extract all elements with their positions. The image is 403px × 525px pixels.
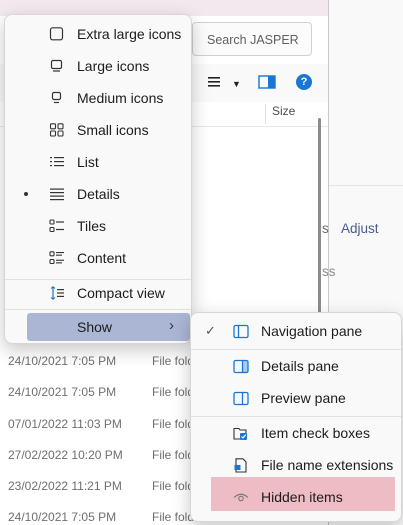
adjust-link[interactable]: Adjust xyxy=(341,221,379,236)
menu-item-label: Show xyxy=(77,319,113,335)
preview-pane-icon[interactable] xyxy=(258,75,276,89)
submenu-item-item-check-boxes[interactable]: Item check boxes xyxy=(191,418,401,448)
small-icons-icon xyxy=(49,123,64,137)
navigation-pane-icon xyxy=(233,324,249,339)
menu-item-label: Extra large icons xyxy=(77,26,182,42)
date-cell: 27/02/2022 10:20 PM xyxy=(8,448,123,462)
list-icon xyxy=(50,157,64,167)
menu-item-large-icons[interactable]: Large icons xyxy=(5,51,191,81)
divider xyxy=(329,185,403,186)
column-size-header[interactable]: Size xyxy=(272,104,295,118)
menu-item-medium-icons[interactable]: Medium icons xyxy=(5,83,191,113)
checkbox-icon xyxy=(233,427,247,440)
menu-item-list[interactable]: List xyxy=(5,147,191,177)
tiles-icon xyxy=(49,219,64,233)
submenu-item-hidden-items[interactable]: Hidden items xyxy=(191,482,401,512)
chevron-right-icon: › xyxy=(169,317,174,334)
menu-separator xyxy=(5,309,191,310)
menu-item-label: Content xyxy=(77,250,127,266)
menu-separator xyxy=(191,349,401,350)
selected-bullet-icon xyxy=(24,192,28,196)
date-cell: 24/10/2021 7:05 PM xyxy=(8,385,117,399)
eye-icon xyxy=(233,493,249,502)
submenu-item-preview-pane[interactable]: Preview pane xyxy=(191,383,401,413)
submenu-item-details-pane[interactable]: Details pane xyxy=(191,351,401,381)
column-divider[interactable] xyxy=(265,104,266,124)
medium-icons-icon xyxy=(51,91,62,104)
menu-item-extra-large-icons[interactable]: Extra large icons xyxy=(5,19,191,49)
submenu-item-label: Details pane xyxy=(261,358,339,374)
submenu-item-label: File name extensions xyxy=(261,457,394,473)
menu-item-tiles[interactable]: Tiles xyxy=(5,211,191,241)
menu-item-details[interactable]: Details xyxy=(5,179,191,209)
menu-item-label: List xyxy=(77,154,99,170)
menu-item-label: Compact view xyxy=(77,285,165,301)
checkmark-icon: ✓ xyxy=(205,323,216,338)
details-icon xyxy=(50,188,64,201)
menu-item-label: Medium icons xyxy=(77,90,164,106)
chevron-down-icon[interactable]: ▼ xyxy=(232,79,241,89)
menu-item-label: Tiles xyxy=(77,218,107,234)
search-input[interactable]: Search JASPER xyxy=(192,22,312,56)
menu-item-label: Details xyxy=(77,186,120,202)
preview-pane-icon xyxy=(233,391,249,406)
large-icons-icon xyxy=(50,59,63,72)
submenu-item-navigation-pane[interactable]: ✓ Navigation pane xyxy=(191,316,401,346)
content-icon xyxy=(49,251,64,265)
menu-item-label: Large icons xyxy=(77,58,150,74)
help-icon[interactable]: ? xyxy=(296,74,312,90)
show-submenu: ✓ Navigation pane Details pane Preview p… xyxy=(190,312,402,522)
date-cell: 24/10/2021 7:05 PM xyxy=(8,354,117,368)
view-menu: Extra large icons Large icons Medium ico… xyxy=(4,14,192,344)
view-lines-icon[interactable] xyxy=(207,75,221,89)
menu-separator xyxy=(191,416,401,417)
submenu-item-label: Navigation pane xyxy=(261,323,363,339)
search-placeholder: Search JASPER xyxy=(207,33,299,47)
compact-view-icon xyxy=(50,286,64,300)
menu-item-show[interactable]: Show › xyxy=(27,313,190,341)
partial-text: ss xyxy=(322,264,336,279)
partial-text: s xyxy=(322,221,329,236)
submenu-item-label: Preview pane xyxy=(261,390,346,406)
menu-item-label: Small icons xyxy=(77,122,149,138)
menu-item-content[interactable]: Content xyxy=(5,243,191,273)
date-cell: 24/10/2021 7:05 PM xyxy=(8,510,117,524)
file-extension-icon xyxy=(234,458,247,473)
menu-item-small-icons[interactable]: Small icons xyxy=(5,115,191,145)
submenu-item-file-name-extensions[interactable]: File name extensions xyxy=(191,450,401,480)
date-cell: 23/02/2022 11:21 PM xyxy=(8,479,122,493)
submenu-item-label: Hidden items xyxy=(261,489,343,505)
submenu-item-label: Item check boxes xyxy=(261,425,370,441)
date-cell: 07/01/2022 11:03 PM xyxy=(8,417,122,431)
extra-large-icons-icon xyxy=(49,27,64,41)
details-pane-icon xyxy=(233,359,249,374)
menu-item-compact-view[interactable]: Compact view xyxy=(5,278,191,308)
